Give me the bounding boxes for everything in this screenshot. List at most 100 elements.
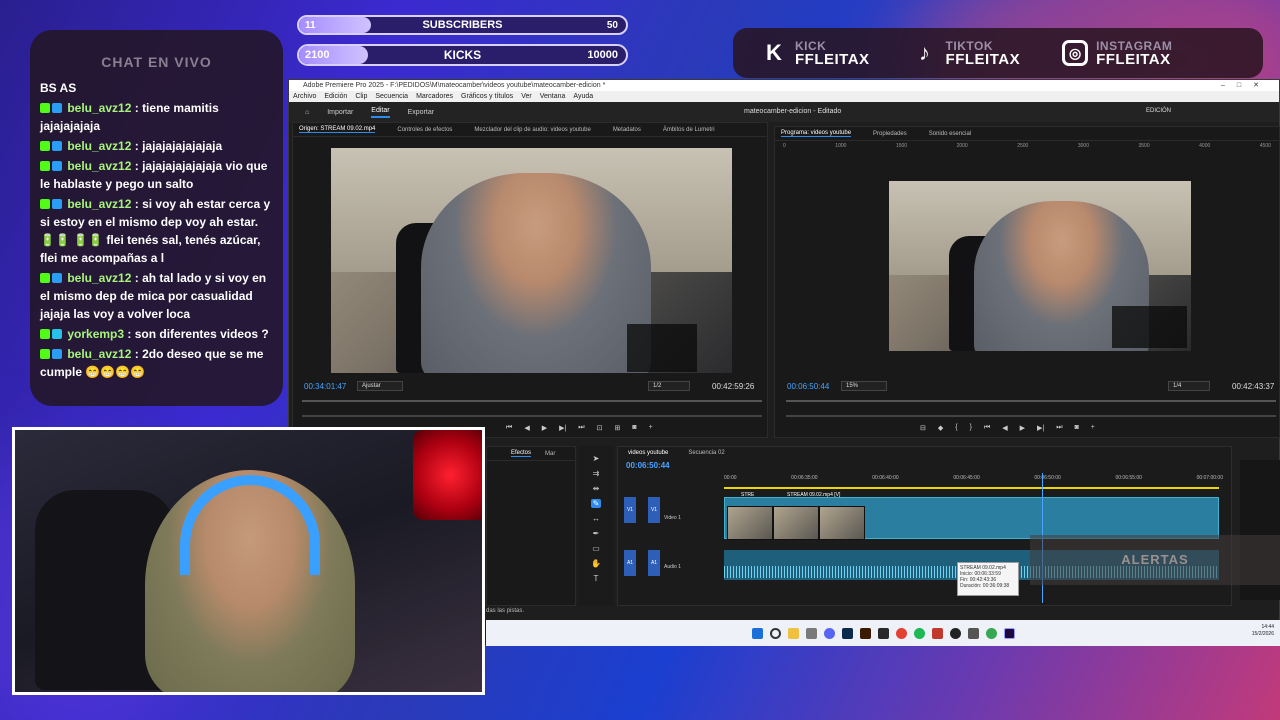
step-forward-icon[interactable]: ⏭: [578, 424, 584, 432]
camera-icon[interactable]: ◙: [1075, 424, 1079, 432]
razor-tool-icon[interactable]: ✎: [590, 499, 602, 508]
menu-ver[interactable]: Ver: [521, 91, 532, 102]
work-area-bar[interactable]: [724, 487, 1219, 489]
illustrator-icon[interactable]: [859, 627, 871, 639]
tab-sequence-videos[interactable]: videos youtube: [628, 450, 668, 456]
search-icon[interactable]: [769, 627, 781, 639]
chrome-alt-icon[interactable]: [985, 627, 997, 639]
track-select-icon[interactable]: ⇉: [593, 469, 600, 478]
prev-frame-icon[interactable]: ◀: [524, 424, 529, 432]
tab-importar[interactable]: Importar: [327, 109, 353, 116]
step-back-icon[interactable]: ⏮: [506, 424, 512, 432]
explorer-icon[interactable]: [805, 627, 817, 639]
program-transport-controls: ⊟ ◆ {} ⏮ ◀ ▶ ▶| ⏭ ◙ +: [920, 424, 1095, 432]
tab-sequence-02[interactable]: Secuencia 02: [688, 450, 724, 456]
tab-effect-controls[interactable]: Controles de efectos: [397, 127, 452, 133]
menu-ayuda[interactable]: Ayuda: [573, 91, 593, 102]
rectangle-tool-icon[interactable]: ▭: [592, 544, 600, 553]
menu-graficos[interactable]: Gráficos y títulos: [461, 91, 513, 102]
camera-icon[interactable]: ◙: [632, 424, 636, 432]
program-timecode[interactable]: 00:06:50:44: [787, 382, 829, 391]
tab-properties[interactable]: Propiedades: [873, 131, 907, 137]
tab-effects[interactable]: Efectos: [511, 450, 532, 457]
obs-icon[interactable]: [949, 627, 961, 639]
out-point-icon[interactable]: }: [970, 424, 972, 432]
chrome-icon[interactable]: [895, 627, 907, 639]
source-timecode[interactable]: 00:34:01:47: [304, 382, 346, 391]
step-forward-icon[interactable]: ⏭: [1056, 424, 1062, 432]
play-icon[interactable]: ▶: [542, 424, 547, 432]
tab-audio-mixer[interactable]: Mezclador del clip de audio: videos yout…: [474, 127, 590, 133]
game-icon[interactable]: [967, 627, 979, 639]
marker-icon[interactable]: ◆: [938, 424, 943, 432]
lift-icon[interactable]: ⊟: [920, 424, 926, 432]
ruler-tick: 00:06:50:00: [1034, 475, 1061, 481]
menu-archivo[interactable]: Archivo: [293, 91, 316, 102]
prev-frame-icon[interactable]: ◀: [1002, 424, 1007, 432]
source-scrub-bar[interactable]: [302, 400, 762, 402]
chat-message: belu_avz12 : si voy ah estar cerca y si …: [40, 195, 273, 267]
kicks-label: KICKS: [443, 48, 482, 62]
program-scrub-bar[interactable]: [786, 400, 1276, 402]
tab-lumetri-scopes[interactable]: Ámbitos de Lumetri: [663, 127, 715, 133]
track-target-a1[interactable]: A1: [624, 550, 636, 576]
photoshop-icon[interactable]: [841, 627, 853, 639]
hand-tool-icon[interactable]: ✋: [591, 559, 601, 568]
tab-program[interactable]: Programa: videos youtube: [781, 130, 852, 137]
calendar-icon[interactable]: [931, 627, 943, 639]
source-resolution-dropdown[interactable]: 1/2: [648, 381, 690, 391]
next-frame-icon[interactable]: ▶|: [1037, 424, 1044, 432]
in-point-icon[interactable]: {: [955, 424, 957, 432]
pen-tool-icon[interactable]: ✒: [593, 529, 600, 538]
overwrite-icon[interactable]: ⊞: [614, 424, 620, 432]
tab-exportar[interactable]: Exportar: [408, 109, 434, 116]
clip-thumbnail: [819, 506, 865, 540]
menu-clip[interactable]: Clip: [355, 91, 367, 102]
play-icon[interactable]: ▶: [1020, 424, 1025, 432]
program-zoom-bar[interactable]: [786, 415, 1276, 417]
spotify-icon[interactable]: [913, 627, 925, 639]
premiere-icon[interactable]: [1003, 627, 1015, 639]
video-clip[interactable]: STRE STREAM 09.02.mp4 [V]: [724, 492, 1219, 540]
program-resolution-dropdown[interactable]: 1/4: [1168, 381, 1210, 391]
ripple-edit-icon[interactable]: ⇹: [593, 484, 600, 493]
tab-metadata[interactable]: Metadatos: [613, 127, 641, 133]
menu-marcadores[interactable]: Marcadores: [416, 91, 453, 102]
system-tray[interactable]: 14:44 15/2/2026: [1252, 624, 1274, 638]
program-video-frame: [889, 181, 1191, 351]
tab-source[interactable]: Origen: STREAM 09.02.mp4: [299, 126, 376, 133]
add-icon[interactable]: +: [649, 424, 653, 432]
track-target-v1[interactable]: V1: [624, 497, 636, 523]
ruler-tick: 2000: [956, 143, 968, 149]
discord-icon[interactable]: [823, 627, 835, 639]
program-zoom-dropdown[interactable]: 15%: [841, 381, 887, 391]
selection-tool-icon[interactable]: ➤: [593, 454, 600, 463]
timeline-ruler[interactable]: 00:00 00:06:35:00 00:06:40:00 00:06:45:0…: [724, 475, 1223, 485]
tab-essential-sound[interactable]: Sonido esencial: [929, 131, 971, 137]
windows-start-icon[interactable]: [751, 627, 763, 639]
source-zoom-bar[interactable]: [302, 415, 762, 417]
sub-badge-icon: [52, 349, 62, 359]
insert-icon[interactable]: ⊡: [597, 424, 603, 432]
track-source-a1[interactable]: A1: [648, 550, 660, 576]
track-source-v1[interactable]: V1: [648, 497, 660, 523]
menu-ventana[interactable]: Ventana: [540, 91, 566, 102]
type-tool-icon[interactable]: T: [594, 574, 599, 583]
add-icon[interactable]: +: [1091, 424, 1095, 432]
social-handle: FFLEITAX: [795, 51, 870, 68]
slip-tool-icon[interactable]: ↔: [592, 514, 600, 523]
tab-markers[interactable]: Mar: [545, 451, 555, 457]
tab-editar[interactable]: Editar: [371, 107, 390, 118]
app-icon[interactable]: [877, 627, 889, 639]
window-controls-icon[interactable]: –□✕: [1221, 80, 1271, 91]
step-back-icon[interactable]: ⏮: [984, 424, 990, 432]
menu-edicion[interactable]: Edición: [324, 91, 347, 102]
workspace-label[interactable]: EDICIÓN: [1146, 108, 1171, 114]
home-icon[interactable]: ⌂: [305, 109, 309, 116]
menu-secuencia[interactable]: Secuencia: [375, 91, 408, 102]
source-fit-dropdown[interactable]: Ajustar: [357, 381, 403, 391]
folder-icon[interactable]: [787, 627, 799, 639]
chat-username: belu_avz12: [67, 101, 132, 115]
next-frame-icon[interactable]: ▶|: [559, 424, 566, 432]
timeline-timecode[interactable]: 00:06:50:44: [626, 461, 670, 470]
